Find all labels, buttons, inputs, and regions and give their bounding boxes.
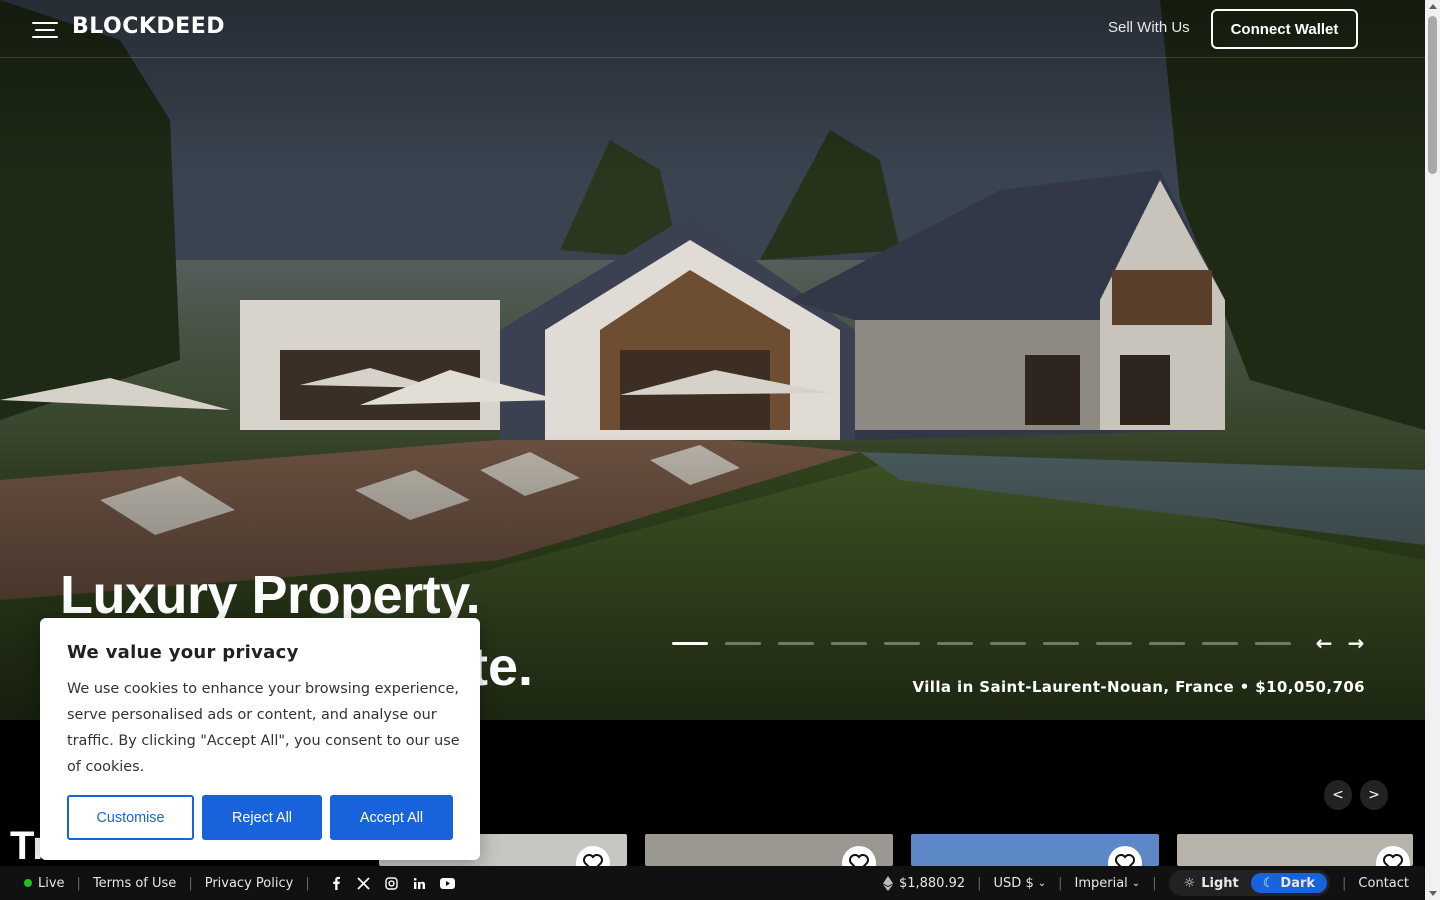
currency-value: USD $	[993, 875, 1034, 891]
ethereum-icon	[882, 875, 893, 891]
heart-icon[interactable]	[1376, 846, 1410, 866]
carousel-dot[interactable]	[725, 642, 761, 645]
heart-icon[interactable]	[842, 846, 876, 866]
cookie-title: We value your privacy	[67, 642, 299, 663]
linkedin-icon[interactable]	[411, 874, 429, 892]
chevron-down-icon: ⌄	[1037, 877, 1047, 889]
property-caption[interactable]: Villa in Saint-Laurent-Nouan, France • $…	[913, 678, 1365, 696]
theme-light-option[interactable]: ☼ Light	[1172, 873, 1251, 893]
prev-slide-arrow-icon[interactable]: ←	[1314, 631, 1334, 655]
logo[interactable]: BLOCKDEED	[72, 14, 225, 39]
carousel-dot[interactable]	[1043, 642, 1079, 645]
carousel-dot[interactable]	[1096, 642, 1132, 645]
hero-banner: Luxury Property. te. ← → Villa in Saint-…	[0, 0, 1425, 720]
eth-price: $1,880.92	[882, 875, 966, 891]
carousel-dot[interactable]	[831, 642, 867, 645]
x-twitter-icon[interactable]	[355, 874, 373, 892]
theme-dark-label: Dark	[1280, 875, 1316, 891]
listings-nav: < >	[1324, 780, 1388, 810]
theme-toggle: ☼ Light ☾ Dark	[1168, 870, 1331, 896]
listing-card[interactable]	[1177, 834, 1413, 866]
terms-link[interactable]: Terms of Use	[93, 876, 176, 891]
sun-icon: ☼	[1183, 875, 1196, 891]
listing-card[interactable]	[911, 834, 1159, 866]
next-slide-arrow-icon[interactable]: →	[1346, 631, 1366, 655]
theme-light-label: Light	[1201, 875, 1239, 891]
currency-select[interactable]: USD $ ⌄	[994, 876, 1047, 891]
status-bar: Live | Terms of Use | Privacy Policy | $…	[0, 866, 1425, 900]
carousel-dot[interactable]	[990, 642, 1026, 645]
heart-icon[interactable]	[1108, 846, 1142, 866]
sell-with-us-link[interactable]: Sell With Us	[1108, 19, 1190, 36]
listings-next-button[interactable]: >	[1360, 780, 1388, 810]
contact-link[interactable]: Contact	[1358, 876, 1409, 891]
privacy-link[interactable]: Privacy Policy	[205, 876, 294, 891]
cookie-consent-dialog: We value your privacy We use cookies to …	[40, 618, 480, 860]
carousel-dot[interactable]	[1255, 642, 1291, 645]
page: Luxury Property. te. ← → Villa in Saint-…	[0, 0, 1440, 900]
instagram-icon[interactable]	[383, 874, 401, 892]
carousel-arrows: ← →	[1314, 631, 1366, 655]
top-nav: BLOCKDEED Sell With Us Connect Wallet	[0, 0, 1425, 58]
customise-button[interactable]: Customise	[67, 795, 194, 840]
accept-all-button[interactable]: Accept All	[330, 795, 453, 840]
connect-wallet-button[interactable]: Connect Wallet	[1211, 9, 1358, 49]
live-label: Live	[38, 875, 65, 891]
reject-all-button[interactable]: Reject All	[202, 795, 322, 840]
live-dot-icon	[24, 879, 32, 887]
hamburger-menu-icon[interactable]	[32, 22, 58, 38]
listing-card[interactable]	[645, 834, 893, 866]
chevron-down-icon: ⌄	[1131, 877, 1141, 889]
theme-dark-option[interactable]: ☾ Dark	[1250, 873, 1328, 893]
units-select[interactable]: Imperial ⌄	[1075, 876, 1141, 891]
carousel-dot[interactable]	[1202, 642, 1238, 645]
units-value: Imperial	[1074, 875, 1128, 891]
eth-price-value: $1,880.92	[898, 875, 966, 891]
carousel-dot[interactable]	[884, 642, 920, 645]
carousel-dot[interactable]	[778, 642, 814, 645]
carousel-dot[interactable]	[672, 642, 708, 645]
scroll-thumb[interactable]	[1428, 16, 1437, 174]
carousel-dot[interactable]	[937, 642, 973, 645]
youtube-icon[interactable]	[439, 874, 457, 892]
listings-prev-button[interactable]: <	[1324, 780, 1352, 810]
scroll-down-icon[interactable]	[1429, 891, 1437, 896]
heart-icon[interactable]	[576, 846, 610, 866]
cookie-body: We use cookies to enhance your browsing …	[67, 681, 460, 775]
moon-icon: ☾	[1262, 875, 1275, 891]
carousel-dot[interactable]	[1149, 642, 1185, 645]
facebook-icon[interactable]	[327, 874, 345, 892]
carousel-indicators	[672, 642, 1291, 645]
scroll-up-icon[interactable]	[1429, 4, 1437, 9]
page-scrollbar[interactable]	[1425, 0, 1440, 900]
live-indicator: Live	[24, 876, 65, 891]
